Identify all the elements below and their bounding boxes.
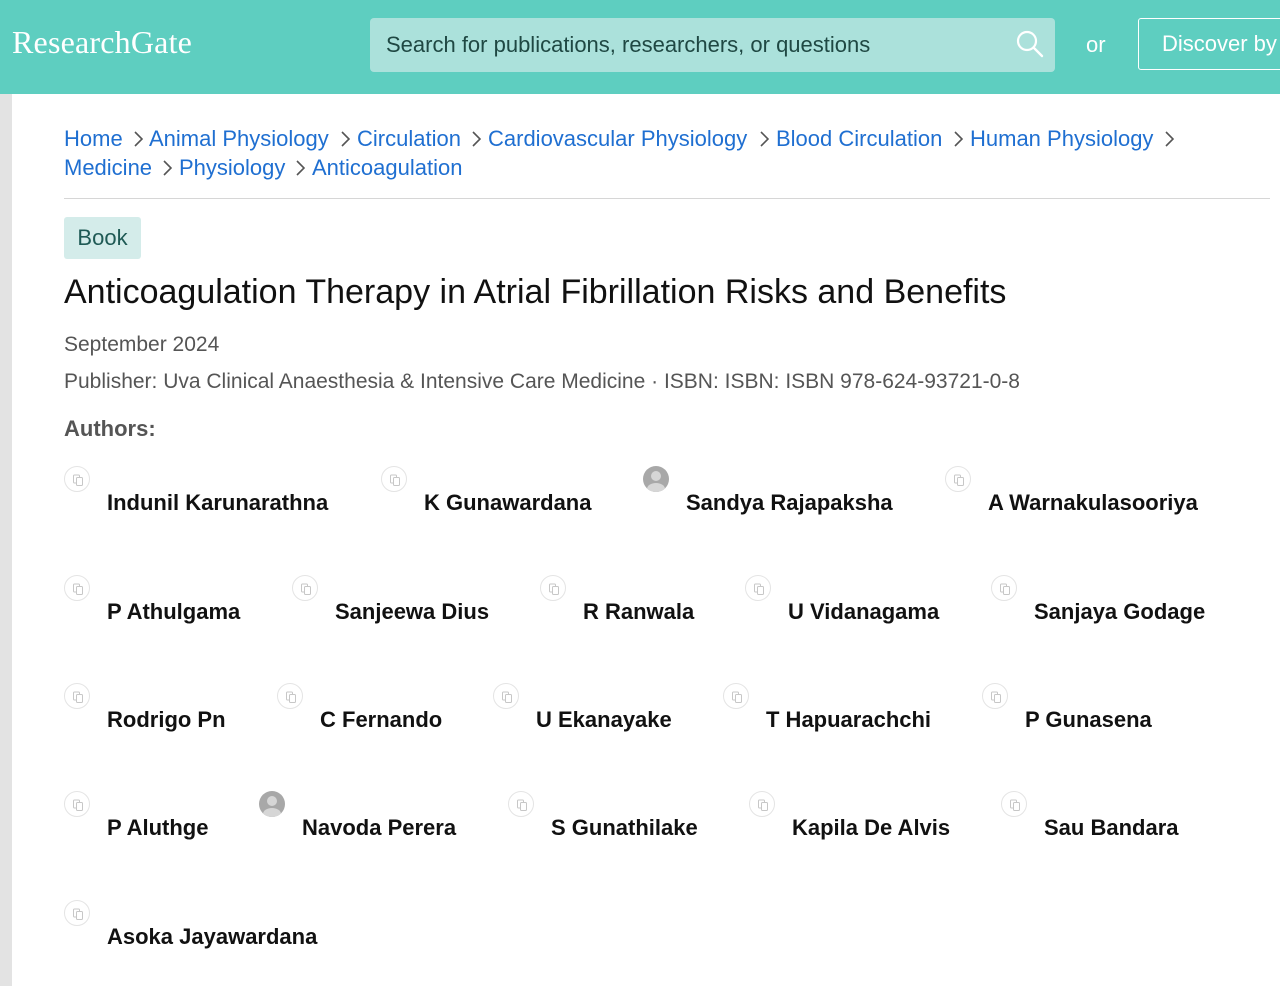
breadcrumb-link-circulation[interactable]: Circulation (357, 126, 461, 152)
author-placeholder-icon[interactable] (64, 791, 90, 817)
author-name-link[interactable]: Sandya Rajapaksha (686, 490, 893, 516)
breadcrumb-link-blood-circulation[interactable]: Blood Circulation (776, 126, 942, 152)
chevron-right-icon (341, 131, 350, 147)
chevron-right-icon (954, 131, 963, 147)
author-placeholder-icon[interactable] (381, 466, 407, 492)
author-placeholder-icon[interactable] (493, 683, 519, 709)
author-placeholder-icon[interactable] (64, 900, 90, 926)
author-placeholder-icon[interactable] (982, 683, 1008, 709)
author-placeholder-icon[interactable] (745, 575, 771, 601)
author-name-link[interactable]: K Gunawardana (424, 490, 591, 516)
publisher-isbn-line: Publisher: Uva Clinical Anaesthesia & In… (64, 370, 1020, 393)
author-name-link[interactable]: Sanjeewa Dius (335, 599, 489, 625)
author-name-link[interactable]: U Vidanagama (788, 599, 939, 625)
breadcrumb-link-animal-physiology[interactable]: Animal Physiology (149, 126, 329, 152)
author-name-link[interactable]: Indunil Karunarathna (107, 490, 328, 516)
author-name-link[interactable]: P Athulgama (107, 599, 240, 625)
left-edge-shade (0, 94, 12, 986)
breadcrumb-link-human-physiology[interactable]: Human Physiology (970, 126, 1153, 152)
author-name-link[interactable]: C Fernando (320, 707, 442, 733)
author-name-link[interactable]: T Hapuarachchi (766, 707, 931, 733)
author-name-link[interactable]: S Gunathilake (551, 815, 698, 841)
breadcrumb-divider (64, 198, 1270, 199)
chevron-right-icon (296, 160, 305, 176)
author-placeholder-icon[interactable] (540, 575, 566, 601)
publication-type-badge: Book (64, 217, 141, 259)
author-name-link[interactable]: Sanjaya Godage (1034, 599, 1205, 625)
author-name-link[interactable]: P Aluthge (107, 815, 208, 841)
chevron-right-icon (163, 160, 172, 176)
search-icon[interactable] (1014, 28, 1046, 60)
breadcrumb-link-medicine[interactable]: Medicine (64, 155, 152, 181)
breadcrumb-link-cardiovascular-physiology[interactable]: Cardiovascular Physiology (488, 126, 747, 152)
author-placeholder-icon[interactable] (64, 683, 90, 709)
author-name-link[interactable]: Kapila De Alvis (792, 815, 950, 841)
top-navigation-bar: ResearchGate or Discover by (0, 0, 1280, 94)
author-placeholder-icon[interactable] (749, 791, 775, 817)
author-placeholder-icon[interactable] (723, 683, 749, 709)
author-name-link[interactable]: R Ranwala (583, 599, 694, 625)
author-name-link[interactable]: Sau Bandara (1044, 815, 1179, 841)
search-input[interactable] (370, 18, 990, 72)
author-profile-photo[interactable] (259, 791, 285, 817)
author-name-link[interactable]: Navoda Perera (302, 815, 456, 841)
chevron-right-icon (760, 131, 769, 147)
author-name-link[interactable]: U Ekanayake (536, 707, 672, 733)
author-name-link[interactable]: P Gunasena (1025, 707, 1152, 733)
author-placeholder-icon[interactable] (1001, 791, 1027, 817)
discover-by-button[interactable]: Discover by (1138, 18, 1280, 70)
author-placeholder-icon[interactable] (945, 466, 971, 492)
author-name-link[interactable]: Asoka Jayawardana (107, 924, 317, 950)
breadcrumb-link-physiology[interactable]: Physiology (179, 155, 285, 181)
breadcrumb-link-anticoagulation[interactable]: Anticoagulation (312, 155, 462, 181)
author-profile-photo[interactable] (643, 466, 669, 492)
author-placeholder-icon[interactable] (292, 575, 318, 601)
author-name-link[interactable]: A Warnakulasooriya (988, 490, 1198, 516)
author-placeholder-icon[interactable] (64, 466, 90, 492)
author-placeholder-icon[interactable] (991, 575, 1017, 601)
author-name-link[interactable]: Rodrigo Pn (107, 707, 226, 733)
author-placeholder-icon[interactable] (64, 575, 90, 601)
researchgate-logo[interactable]: ResearchGate (12, 24, 192, 61)
chevron-right-icon (134, 131, 143, 147)
authors-heading: Authors: (64, 416, 156, 441)
author-placeholder-icon[interactable] (508, 791, 534, 817)
chevron-right-icon (1165, 131, 1174, 147)
or-label: or (1086, 32, 1106, 57)
search-box[interactable] (370, 18, 1055, 72)
publication-date: September 2024 (64, 333, 220, 356)
chevron-right-icon (472, 131, 481, 147)
breadcrumb-link-home[interactable]: Home (64, 126, 123, 152)
publication-title: Anticoagulation Therapy in Atrial Fibril… (64, 273, 1007, 311)
author-placeholder-icon[interactable] (277, 683, 303, 709)
